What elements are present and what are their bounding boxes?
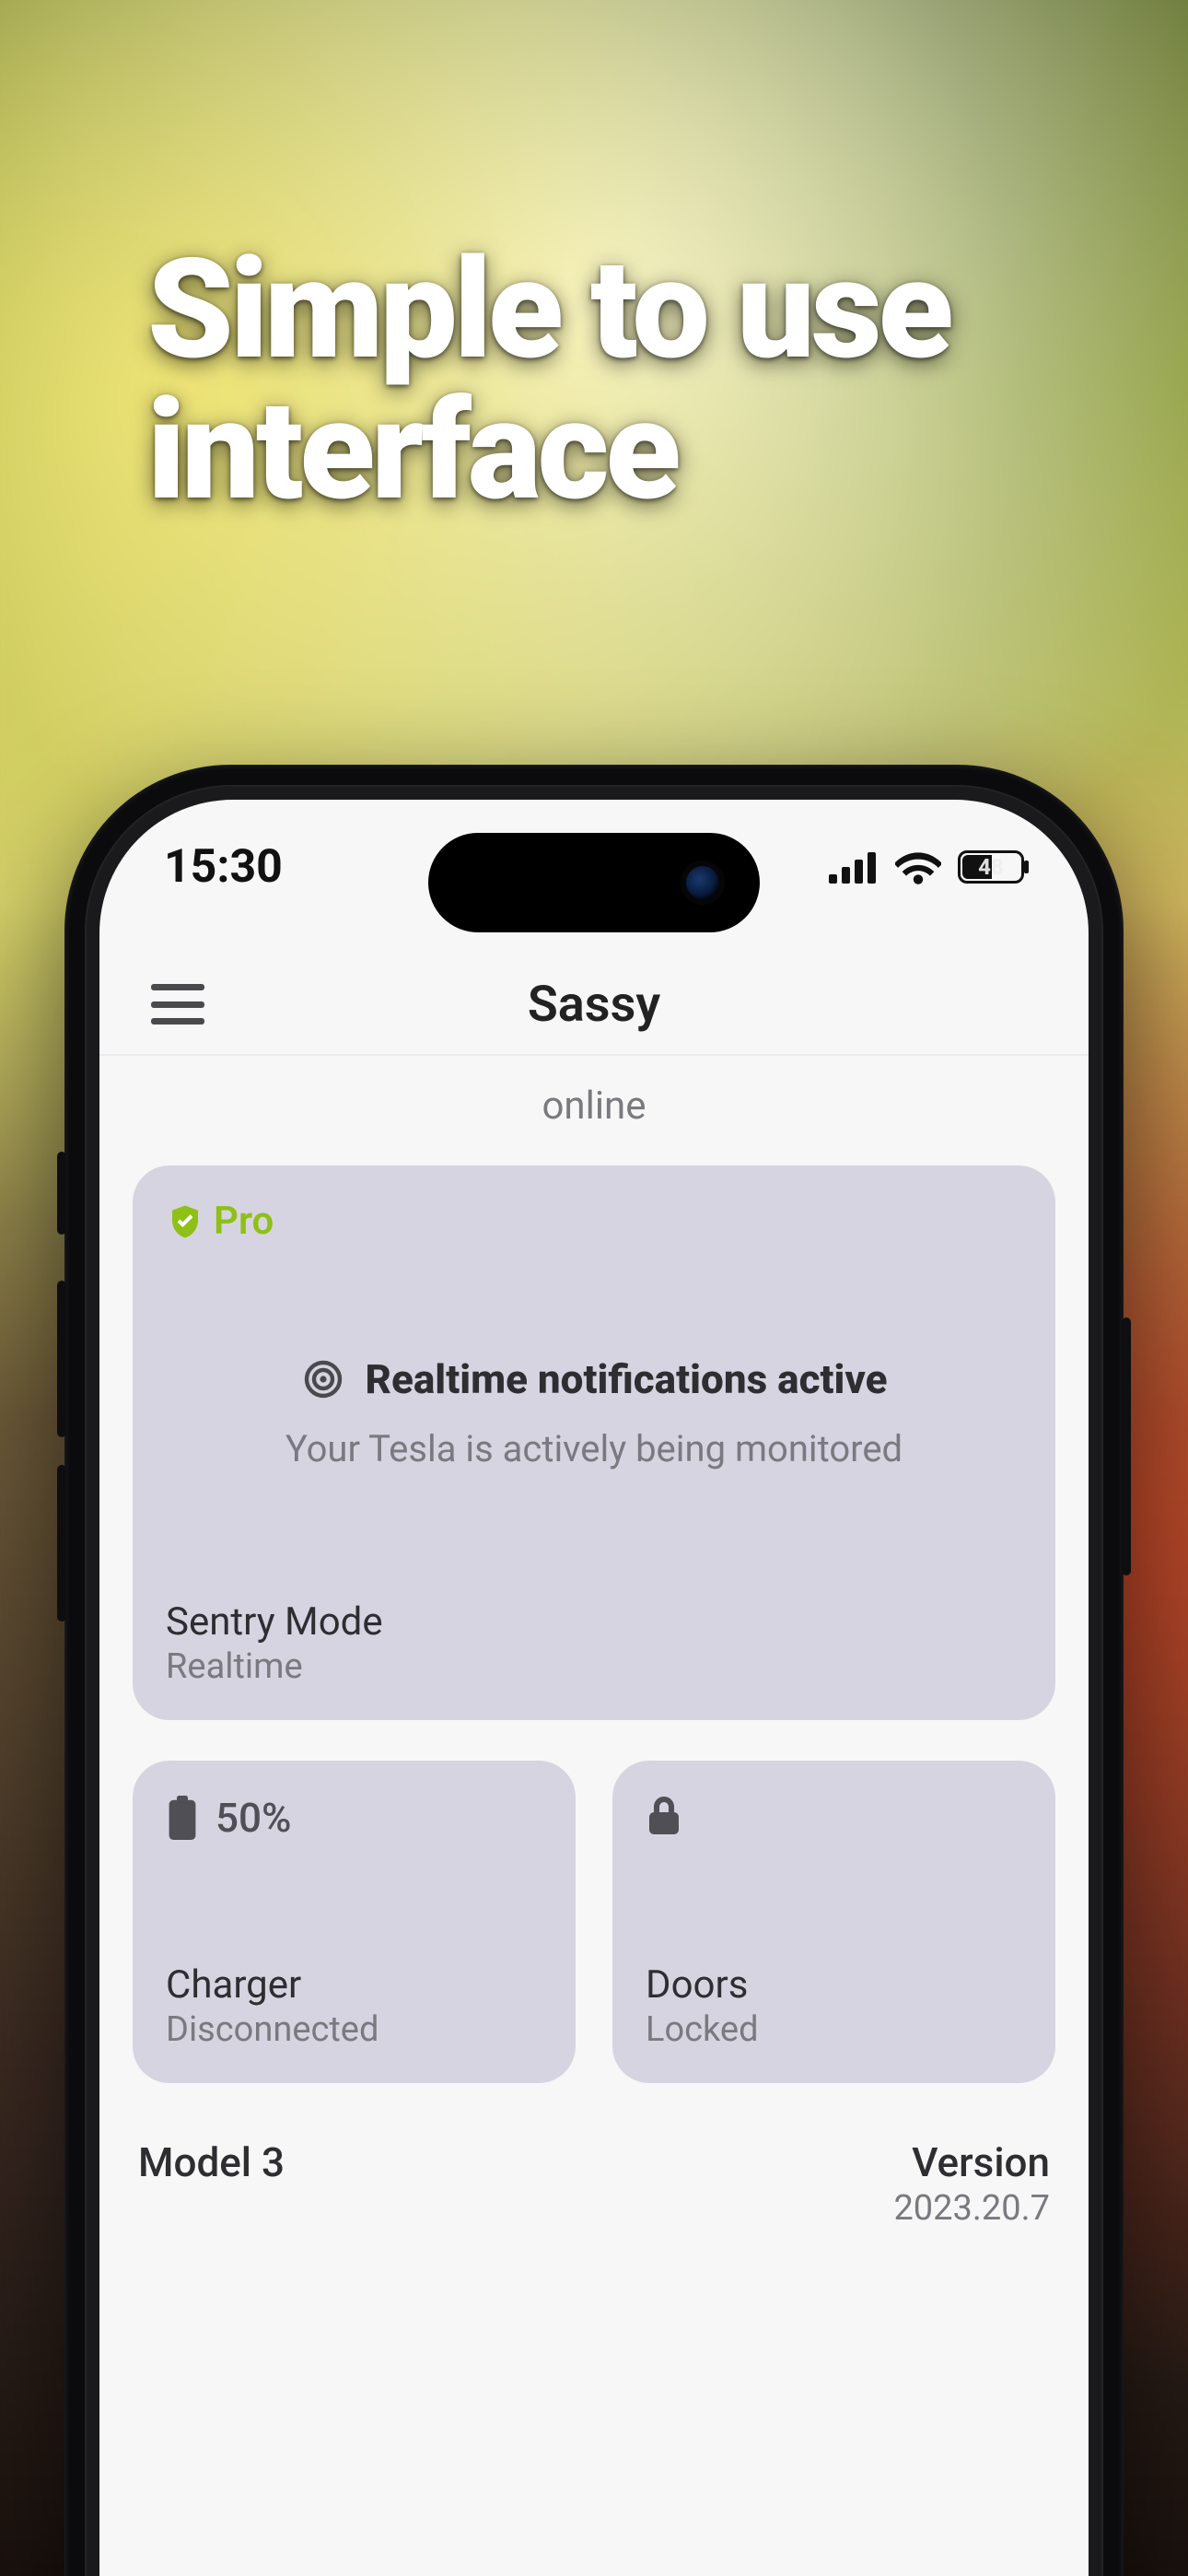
tile-grid: 50% Charger Disconnected [133, 1761, 1055, 2083]
app-title: Sassy [528, 976, 660, 1034]
lock-icon [646, 1794, 682, 1838]
version-value: 2023.20.7 [893, 2188, 1050, 2229]
battery-indicator: 48 [958, 850, 1024, 884]
status-time: 15:30 [164, 840, 283, 894]
headline-line-2: interface [147, 369, 677, 532]
phone-power-button [1122, 1317, 1131, 1575]
phone-volume-down [57, 1465, 66, 1622]
doors-label: Doors [646, 1962, 1022, 2008]
sentry-title: Realtime notifications active [366, 1355, 888, 1403]
doors-status: Locked [646, 2009, 1022, 2050]
sentry-card[interactable]: Pro Realtime notifications active [133, 1165, 1055, 1720]
status-indicators: 48 [829, 849, 1024, 885]
phone-mute-switch [57, 1152, 66, 1235]
pro-badge: Pro [166, 1199, 274, 1244]
doors-tile[interactable]: Doors Locked [612, 1761, 1055, 2083]
phone-screen: 15:30 48 [99, 800, 1089, 2576]
sentry-mode: Realtime [166, 1646, 1022, 1687]
charger-tile[interactable]: 50% Charger Disconnected [133, 1761, 576, 2083]
shield-check-icon [166, 1202, 204, 1241]
phone-bezel: 15:30 48 [85, 785, 1103, 2576]
app-bar: Sassy [99, 954, 1089, 1056]
dynamic-island [428, 833, 760, 932]
sentry-subtitle: Your Tesla is actively being monitored [166, 1427, 1022, 1470]
battery-icon [166, 1796, 199, 1840]
front-camera-icon [686, 866, 719, 899]
pro-badge-label: Pro [214, 1199, 274, 1244]
headline-line-1: Simple to use [147, 228, 949, 391]
footer-row: Model 3 Version 2023.20.7 [133, 2138, 1055, 2229]
hamburger-icon [151, 984, 204, 990]
wifi-icon [895, 849, 941, 885]
battery-level: 48 [978, 854, 1004, 880]
cellular-signal-icon [829, 850, 879, 884]
sentry-section-label: Sentry Mode [166, 1599, 1022, 1645]
promo-screenshot: Simple to use interface 15:30 [0, 0, 1188, 2576]
charger-percent: 50% [215, 1794, 291, 1842]
version-label: Version [893, 2138, 1050, 2186]
charger-label: Charger [166, 1962, 542, 2008]
vehicle-model: Model 3 [138, 2138, 285, 2186]
charger-status: Disconnected [166, 2009, 542, 2050]
phone-frame: 15:30 48 [64, 765, 1124, 2576]
main-content: online Pro [99, 1056, 1089, 2576]
menu-button[interactable] [151, 984, 204, 1025]
target-icon [301, 1357, 345, 1401]
phone-volume-up [57, 1281, 66, 1437]
vehicle-status: online [133, 1056, 1055, 1165]
promo-headline: Simple to use interface [147, 240, 949, 521]
